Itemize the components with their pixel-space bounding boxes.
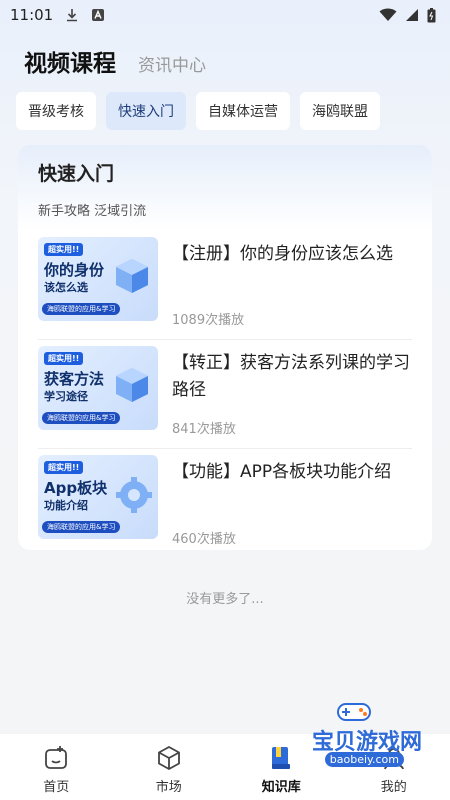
course-list: 超实用!! 你的身份 该怎么选 海鸥联盟的应用&学习 【注册】你的身份应该怎么选… (18, 231, 432, 550)
thumb-line2: 功能介绍 (44, 499, 88, 512)
download-icon (67, 9, 78, 22)
thumb-line1: 获客方法 (44, 370, 105, 388)
thumb-line2: 学习途径 (44, 390, 88, 403)
gear-illustration-icon (116, 477, 152, 513)
course-item[interactable]: 超实用!! App板块 功能介绍 海鸥联盟的应用&学习 【功能】APP各板块功能… (38, 449, 412, 550)
chip-seagull-alliance[interactable]: 海鸥联盟 (300, 92, 380, 130)
course-info: 【功能】APP各板块功能介绍 460次播放 (172, 455, 412, 549)
card-subtitle: 新手攻略 泛域引流 (38, 204, 147, 219)
nav-label: 我的 (380, 779, 407, 795)
status-right (379, 7, 436, 23)
course-thumbnail: 超实用!! 获客方法 学习途径 海鸥联盟的应用&学习 (38, 346, 158, 430)
chip-self-media[interactable]: 自媒体运营 (196, 92, 290, 130)
nav-label: 首页 (43, 779, 70, 795)
battery-icon (427, 7, 436, 22)
course-title: 【注册】你的身份应该怎么选 (172, 244, 393, 264)
course-item[interactable]: 超实用!! 你的身份 该怎么选 海鸥联盟的应用&学习 【注册】你的身份应该怎么选… (38, 231, 412, 340)
thumb-tag: 超实用!! (44, 352, 84, 365)
thumb-footer: 海鸥联盟的应用&学习 (42, 303, 121, 315)
signal-icon (406, 9, 418, 21)
nav-label: 市场 (155, 779, 182, 795)
card-title: 快速入门 (38, 163, 115, 185)
status-bar: 11:01 (0, 0, 450, 30)
nav-home[interactable]: 首页 (16, 744, 96, 795)
course-thumbnail: 超实用!! 你的身份 该怎么选 海鸥联盟的应用&学习 (38, 237, 158, 321)
gamepad-icon (337, 703, 371, 721)
app-notification-icon (92, 9, 105, 21)
no-more-text: 没有更多了... (186, 592, 264, 607)
chip-promotion-exam[interactable]: 晋级考核 (16, 92, 96, 130)
home-icon (45, 745, 68, 769)
course-plays: 1089次播放 (172, 313, 245, 328)
status-time: 11:01 (10, 6, 54, 24)
course-thumbnail: 超实用!! App板块 功能介绍 海鸥联盟的应用&学习 (38, 455, 158, 539)
tab-video-courses[interactable]: 视频课程 (24, 44, 116, 78)
course-title: 【功能】APP各板块功能介绍 (172, 462, 392, 482)
wifi-icon (379, 8, 397, 21)
course-info: 【转正】获客方法系列课的学习路径 841次播放 (172, 346, 412, 439)
cube-illustration-icon (116, 368, 148, 402)
watermark: 宝贝游戏网 baobeiy.com (292, 698, 422, 778)
course-plays: 841次播放 (172, 422, 236, 437)
cube-illustration-icon (116, 259, 148, 293)
thumb-line2: 该怎么选 (44, 281, 88, 294)
thumb-line1: 你的身份 (44, 261, 105, 279)
watermark-url: baobeiy.com (324, 752, 404, 767)
thumb-line1: App板块 (44, 479, 108, 497)
chip-quick-start[interactable]: 快速入门 (106, 92, 186, 130)
header-tabs: 视频课程 资讯中心 (0, 30, 450, 86)
nav-label: 知识库 (261, 779, 301, 795)
status-left: 11:01 (10, 6, 105, 24)
course-plays: 460次播放 (172, 532, 236, 547)
thumb-tag: 超实用!! (44, 461, 84, 474)
course-info: 【注册】你的身份应该怎么选 1089次播放 (172, 237, 412, 330)
category-chips: 晋级考核 快速入门 自媒体运营 海鸥联盟 (0, 86, 450, 136)
course-item[interactable]: 超实用!! 获客方法 学习途径 海鸥联盟的应用&学习 【转正】获客方法系列课的学… (38, 340, 412, 449)
thumb-footer: 海鸥联盟的应用&学习 (42, 412, 121, 424)
course-title: 【转正】获客方法系列课的学习路径 (172, 353, 410, 400)
tab-news-center[interactable]: 资讯中心 (138, 51, 206, 76)
thumb-footer: 海鸥联盟的应用&学习 (42, 521, 121, 533)
course-card: 快速入门 新手攻略 泛域引流 超实用!! 你的身份 该怎么选 海鸥联盟的应用&学… (18, 145, 432, 550)
nav-market[interactable]: 市场 (129, 744, 209, 795)
card-header: 快速入门 新手攻略 泛域引流 (18, 145, 432, 231)
cube-icon (157, 745, 180, 770)
thumb-tag: 超实用!! (44, 243, 84, 256)
